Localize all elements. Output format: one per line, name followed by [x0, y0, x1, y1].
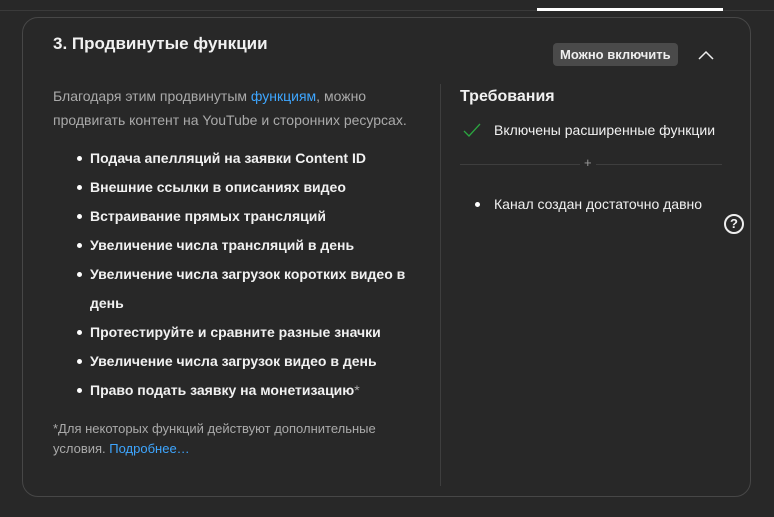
check-icon — [463, 123, 481, 137]
chevron-up-icon[interactable] — [696, 45, 716, 65]
section-title: 3. Продвинутые функции — [53, 34, 268, 53]
requirement-item: Канал создан достаточно давно ? — [460, 192, 744, 234]
requirements-separator: + — [460, 155, 722, 170]
list-item: Подача апелляций на заявки Content ID — [53, 144, 413, 173]
requirements-title: Требования — [460, 88, 555, 105]
description: Благодаря этим продвинутым функциям, мож… — [53, 88, 407, 128]
advanced-features-card: 3. Продвинутые функции Можно включить Бл… — [22, 17, 751, 497]
footnote: *Для некоторых функций действуют дополни… — [53, 421, 376, 456]
list-item: Увеличение числа трансляций в день — [53, 231, 413, 260]
learn-more-link[interactable]: Подробнее… — [109, 441, 189, 456]
list-item: Увеличение числа загрузок видео в день — [53, 347, 413, 376]
column-divider — [440, 84, 441, 486]
requirements-column: Требования Включены расширенные функции … — [460, 88, 744, 234]
features-list: Подача апелляций на заявки Content ID Вн… — [53, 144, 413, 405]
list-item: Встраивание прямых трансляций — [53, 202, 413, 231]
active-tab-indicator — [537, 8, 723, 11]
status-badge: Можно включить — [553, 43, 678, 66]
list-item: Внешние ссылки в описаниях видео — [53, 173, 413, 202]
help-icon[interactable]: ? — [724, 214, 744, 234]
list-item: Увеличение числа загрузок коротких видео… — [53, 260, 413, 318]
features-link[interactable]: функциям — [251, 88, 316, 104]
requirement-item: Включены расширенные функции — [460, 118, 722, 142]
features-column: Благодаря этим продвинутым функциям, мож… — [53, 84, 413, 459]
list-item: Протестируйте и сравните разные значки — [53, 318, 413, 347]
pending-dot-icon — [475, 202, 480, 207]
list-item: Право подать заявку на монетизацию* — [53, 376, 413, 405]
